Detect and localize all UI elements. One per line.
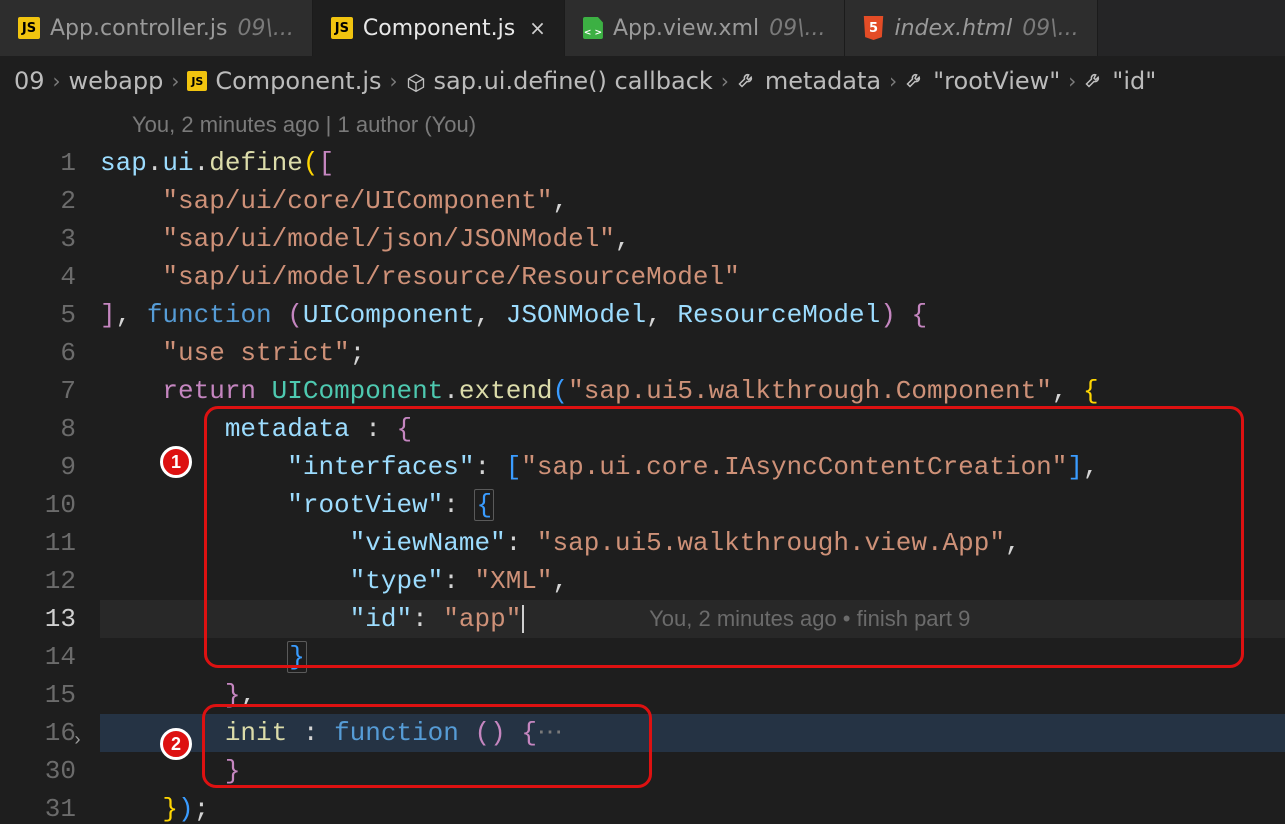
- tab-suffix: 09\...: [1022, 16, 1078, 41]
- code-line[interactable]: "id": "app" You, 2 minutes ago • finish …: [100, 600, 1285, 638]
- tab-index-html[interactable]: index.html 09\...: [845, 0, 1098, 56]
- line-number: 8: [0, 410, 76, 448]
- code-line[interactable]: sap.ui.define([: [100, 144, 1285, 182]
- code-line[interactable]: "type": "XML",: [100, 562, 1285, 600]
- tab-label: Component.js: [363, 16, 515, 41]
- tab-suffix: 09\...: [769, 16, 825, 41]
- code-line[interactable]: init : function () {⋯: [100, 714, 1285, 752]
- line-number: 5: [0, 296, 76, 334]
- code-line[interactable]: ], function (UIComponent, JSONModel, Res…: [100, 296, 1285, 334]
- code-line[interactable]: "rootView": {: [100, 486, 1285, 524]
- line-number: 15: [0, 676, 76, 714]
- code-editor[interactable]: 1 2 3 4 5 6 7 8 9 10 11 12 13 14 15 › 16…: [0, 106, 1285, 824]
- line-number: 31: [0, 790, 76, 824]
- authorship-annotation: You, 2 minutes ago | 1 author (You): [100, 106, 1285, 144]
- code-line[interactable]: }: [100, 752, 1285, 790]
- js-icon: JS: [331, 17, 353, 39]
- js-icon: JS: [18, 17, 40, 39]
- tab-label: index.html: [895, 16, 1013, 41]
- close-icon[interactable]: ×: [529, 16, 546, 40]
- code-line[interactable]: metadata : {: [100, 410, 1285, 448]
- git-blame-annotation: You, 2 minutes ago • finish part 9: [649, 606, 970, 631]
- line-number: 30: [0, 752, 76, 790]
- code-line[interactable]: "sap/ui/model/resource/ResourceModel": [100, 258, 1285, 296]
- line-number: 3: [0, 220, 76, 258]
- chevron-right-icon: ›: [889, 69, 897, 93]
- code-line[interactable]: "interfaces": ["sap.ui.core.IAsyncConten…: [100, 448, 1285, 486]
- folded-code-icon[interactable]: ⋯: [537, 718, 563, 748]
- code-line[interactable]: "sap/ui/core/UIComponent",: [100, 182, 1285, 220]
- code-line[interactable]: return UIComponent.extend("sap.ui5.walkt…: [100, 372, 1285, 410]
- line-number: 2: [0, 182, 76, 220]
- line-number: 14: [0, 638, 76, 676]
- tab-label: App.controller.js: [50, 16, 227, 41]
- line-number: 9: [0, 448, 76, 486]
- breadcrumb-segment[interactable]: metadata: [765, 67, 881, 95]
- breadcrumb-segment[interactable]: "id": [1112, 67, 1156, 95]
- breadcrumb-segment[interactable]: sap.ui.define() callback: [434, 67, 713, 95]
- code-line[interactable]: "sap/ui/model/json/JSONModel",: [100, 220, 1285, 258]
- code-area[interactable]: You, 2 minutes ago | 1 author (You) sap.…: [100, 106, 1285, 824]
- code-line[interactable]: });: [100, 790, 1285, 824]
- breadcrumb-segment[interactable]: Component.js: [215, 67, 381, 95]
- wrench-icon: [905, 69, 925, 94]
- line-number: 12: [0, 562, 76, 600]
- code-line[interactable]: "use strict";: [100, 334, 1285, 372]
- line-number-gutter: 1 2 3 4 5 6 7 8 9 10 11 12 13 14 15 › 16…: [0, 106, 100, 824]
- line-number: 6: [0, 334, 76, 372]
- chevron-right-icon: ›: [390, 69, 398, 93]
- breadcrumb-segment[interactable]: "rootView": [933, 67, 1060, 95]
- fold-arrow-icon[interactable]: ›: [72, 722, 83, 760]
- line-number: 13: [0, 600, 76, 638]
- chevron-right-icon: ›: [1068, 69, 1076, 93]
- wrench-icon: [1084, 69, 1104, 94]
- chevron-right-icon: ›: [721, 69, 729, 93]
- xml-icon: [583, 17, 603, 39]
- tab-component[interactable]: JS Component.js ×: [313, 0, 565, 56]
- tab-suffix: 09\...: [237, 16, 293, 41]
- html-icon: [863, 16, 885, 40]
- line-number: 7: [0, 372, 76, 410]
- cube-icon: [406, 71, 426, 91]
- tab-app-view[interactable]: App.view.xml 09\...: [565, 0, 845, 56]
- line-number: 4: [0, 258, 76, 296]
- js-icon: JS: [187, 71, 207, 91]
- breadcrumb: 09 › webapp › JS Component.js › sap.ui.d…: [0, 56, 1285, 106]
- line-number: 1: [0, 144, 76, 182]
- code-line[interactable]: },: [100, 676, 1285, 714]
- breadcrumb-segment[interactable]: webapp: [69, 67, 164, 95]
- code-line[interactable]: "viewName": "sap.ui5.walkthrough.view.Ap…: [100, 524, 1285, 562]
- line-number: › 16: [0, 714, 76, 752]
- tab-label: App.view.xml: [613, 16, 759, 41]
- breadcrumb-segment[interactable]: 09: [14, 67, 45, 95]
- chevron-right-icon: ›: [171, 69, 179, 93]
- wrench-icon: [737, 69, 757, 94]
- tab-app-controller[interactable]: JS App.controller.js 09\...: [0, 0, 313, 56]
- chevron-right-icon: ›: [53, 69, 61, 93]
- code-line[interactable]: }: [100, 638, 1285, 676]
- line-number: 11: [0, 524, 76, 562]
- line-number: 10: [0, 486, 76, 524]
- tab-bar: JS App.controller.js 09\... JS Component…: [0, 0, 1285, 56]
- text-cursor: [522, 605, 524, 633]
